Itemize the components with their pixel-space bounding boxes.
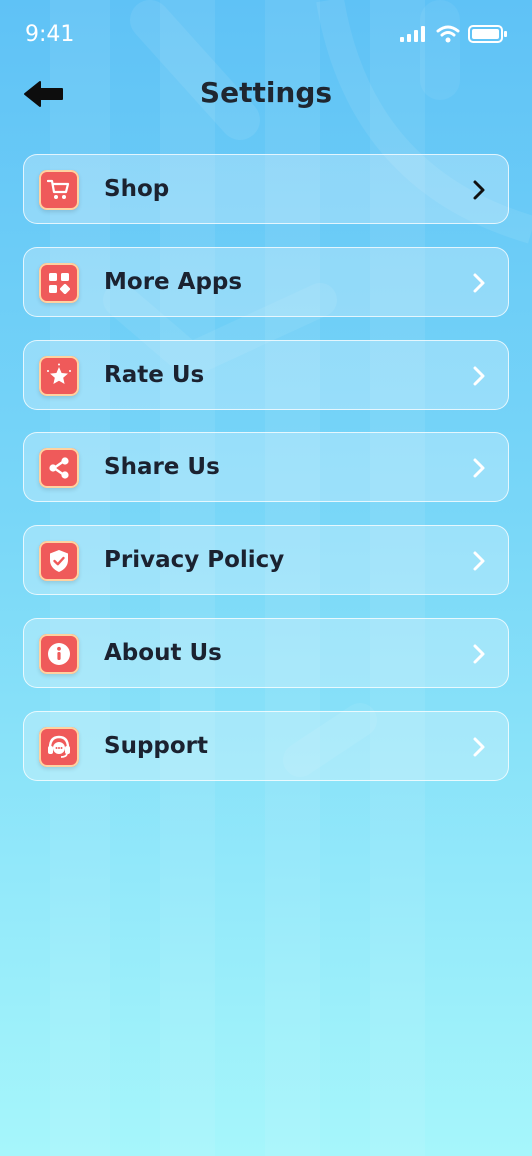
menu-item-more-apps[interactable]: More Apps: [23, 246, 509, 317]
status-bar: 9:41: [0, 0, 532, 70]
wifi-icon: [436, 25, 460, 43]
headset-icon: [39, 726, 79, 767]
menu-item-label: Rate Us: [104, 361, 205, 388]
apps-grid-icon: [39, 262, 79, 303]
chevron-right-icon: [473, 273, 485, 293]
menu-item-label: Support: [104, 732, 209, 759]
battery-icon: [468, 25, 507, 43]
chevron-right-icon: [473, 366, 485, 386]
page-title: Settings: [199, 76, 333, 109]
chevron-right-icon: [473, 180, 485, 200]
cellular-signal-icon: [400, 26, 425, 42]
chevron-right-icon: [473, 737, 485, 757]
chevron-right-icon: [473, 644, 485, 664]
menu-item-label: More Apps: [104, 268, 243, 295]
menu-item-label: Share Us: [104, 454, 220, 481]
menu-item-rate-us[interactable]: Rate Us: [23, 339, 509, 410]
menu-item-label: Privacy Policy: [104, 547, 285, 574]
menu-item-label: About Us: [104, 639, 222, 666]
menu-item-about-us[interactable]: About Us: [23, 617, 509, 688]
star-icon: [39, 355, 79, 396]
shield-check-icon: [39, 541, 79, 582]
cart-icon: [39, 170, 79, 210]
menu-item-share-us[interactable]: Share Us: [23, 432, 509, 503]
settings-menu: Shop More Apps Rate Us Share Us Privacy …: [23, 154, 509, 804]
info-icon: [39, 633, 79, 674]
share-icon: [39, 448, 79, 489]
menu-item-privacy-policy[interactable]: Privacy Policy: [23, 525, 509, 596]
chevron-right-icon: [473, 551, 485, 571]
menu-item-support[interactable]: Support: [23, 710, 509, 781]
chevron-right-icon: [473, 458, 485, 478]
status-icons: [400, 24, 508, 44]
status-time: 9:41: [25, 22, 75, 47]
menu-item-label: Shop: [104, 176, 170, 202]
header: Settings: [0, 70, 532, 120]
menu-item-shop[interactable]: Shop: [23, 154, 509, 224]
